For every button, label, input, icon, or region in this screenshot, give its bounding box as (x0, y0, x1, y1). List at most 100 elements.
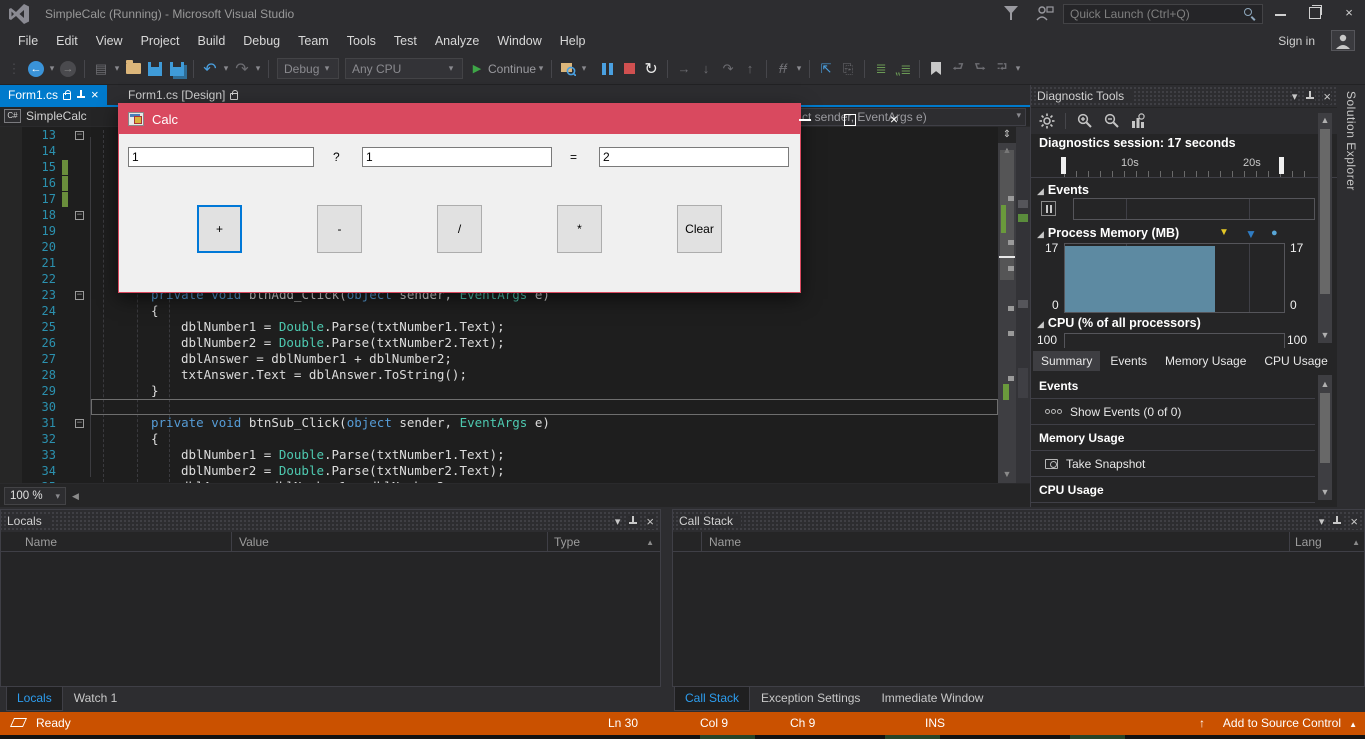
comment-lines-button[interactable]: ≣ (871, 59, 891, 79)
project-dropdown[interactable]: C# SimpleCalc (4, 109, 87, 123)
menu-test[interactable]: Test (385, 31, 426, 51)
pin-icon[interactable] (1305, 91, 1315, 101)
menu-debug[interactable]: Debug (234, 31, 289, 51)
menu-analyze[interactable]: Analyze (426, 31, 488, 51)
menu-project[interactable]: Project (132, 31, 189, 51)
notifications-funnel-icon[interactable] (1004, 6, 1020, 20)
menu-view[interactable]: View (87, 31, 132, 51)
solution-configuration-dropdown[interactable]: Debug▾ (277, 58, 339, 79)
scroll-up-arrow[interactable]: ▲ (1318, 115, 1332, 125)
undo-button[interactable]: ↶ (200, 59, 220, 79)
previous-bookmark-button[interactable]: ⮐ (948, 59, 968, 79)
continue-label[interactable]: Continue (488, 62, 536, 76)
pause-button[interactable] (597, 59, 617, 79)
new-item-button[interactable]: ▤ (91, 59, 111, 79)
scroll-thumb[interactable] (1320, 393, 1330, 463)
column-language[interactable]: Lang (1295, 535, 1322, 549)
code-line-27[interactable]: 27dblAnswer = dblNumber1 + dblNumber2; (0, 351, 998, 367)
save-button[interactable] (145, 59, 165, 79)
navigate-cursor-icon[interactable]: ⇱ (816, 59, 836, 79)
copy-structure-icon[interactable]: ⎘ (838, 59, 858, 79)
settings-gear-icon[interactable] (1039, 113, 1055, 129)
pin-icon[interactable] (628, 516, 638, 526)
column-value[interactable]: Value (239, 535, 269, 549)
solution-platform-dropdown[interactable]: Any CPU▾ (345, 58, 463, 79)
take-snapshot-link[interactable]: Take Snapshot (1031, 451, 1315, 477)
navigate-back-dropdown[interactable]: ▾ (47, 63, 57, 74)
window-position-dropdown[interactable]: ▾ (615, 515, 621, 528)
memory-section-header[interactable]: ◢Process Memory (MB) (1037, 226, 1179, 240)
menu-tools[interactable]: Tools (338, 31, 385, 51)
close-tab-icon[interactable]: × (91, 90, 99, 100)
calc-close-button[interactable]: × (871, 104, 917, 134)
close-panel-icon[interactable]: × (1323, 89, 1331, 104)
restore-button[interactable] (1300, 0, 1330, 26)
tab-exception-settings[interactable]: Exception Settings (751, 687, 870, 711)
clear-button[interactable]: Clear (677, 205, 722, 253)
quick-launch-input[interactable]: Quick Launch (Ctrl+Q) (1063, 4, 1263, 24)
menu-build[interactable]: Build (188, 31, 234, 51)
code-line-24[interactable]: 24{ (0, 303, 998, 319)
minimize-button[interactable] (1266, 0, 1296, 26)
navigate-forward-button[interactable]: → (58, 59, 78, 79)
save-all-button[interactable] (167, 59, 187, 79)
code-line-28[interactable]: 28txtAnswer.Text = dblAnswer.ToString(); (0, 367, 998, 383)
code-line-32[interactable]: 32{ (0, 431, 998, 447)
code-line-25[interactable]: 25dblNumber1 = Double.Parse(txtNumber1.T… (0, 319, 998, 335)
step-into-button[interactable]: ↓ (696, 59, 716, 79)
scroll-up-arrow[interactable]: ▲ (1352, 538, 1360, 547)
code-line-34[interactable]: 34dblNumber2 = Double.Parse(txtNumber2.T… (0, 463, 998, 479)
menu-window[interactable]: Window (488, 31, 550, 51)
bookmark-button[interactable] (926, 59, 946, 79)
redo-button[interactable]: ↷ (232, 59, 252, 79)
code-line-31[interactable]: 31−private void btnSub_Click(object send… (0, 415, 998, 431)
next-bookmark-button[interactable]: ⮑ (970, 59, 990, 79)
number1-input[interactable]: 1 (128, 147, 314, 167)
calc-dialog[interactable]: Calc × 1 ? 1 = 2 + - / * Clear (118, 103, 801, 293)
tab-summary[interactable]: Summary (1033, 351, 1100, 371)
step-out-button[interactable]: ↑ (740, 59, 760, 79)
answer-input[interactable]: 2 (599, 147, 789, 167)
pin-icon[interactable] (1332, 516, 1342, 526)
continue-button[interactable]: ▶ (467, 59, 487, 79)
reset-view-chart-icon[interactable] (1130, 113, 1146, 129)
split-editor-handle[interactable]: ⇕ (998, 127, 1016, 143)
scroll-up-arrow[interactable]: ▲ (646, 538, 654, 547)
locals-column-headers[interactable]: Name Value Type ▲ (1, 532, 660, 552)
continue-dropdown[interactable]: ▾ (536, 63, 546, 74)
column-name[interactable]: Name (25, 535, 57, 549)
scroll-thumb[interactable] (1320, 129, 1330, 294)
add-to-source-control-button[interactable]: Add to Source Control (1223, 716, 1341, 730)
column-type[interactable]: Type (554, 535, 580, 549)
clear-bookmarks-button[interactable]: ⮒ (992, 59, 1012, 79)
events-section-header[interactable]: ◢Events (1037, 183, 1089, 197)
undo-dropdown[interactable]: ▾ (221, 63, 231, 74)
menu-team[interactable]: Team (289, 31, 338, 51)
timeline-right-handle[interactable] (1279, 157, 1284, 174)
tab-events[interactable]: Events (1102, 351, 1155, 371)
bookmarks-dropdown[interactable]: ▾ (1013, 63, 1023, 74)
source-control-expand-icon[interactable]: ▲ (1349, 720, 1357, 729)
code-line-33[interactable]: 33dblNumber1 = Double.Parse(txtNumber1.T… (0, 447, 998, 463)
show-events-link[interactable]: Show Events (0 of 0) (1031, 399, 1315, 425)
stop-button[interactable] (619, 59, 639, 79)
number2-input[interactable]: 1 (362, 147, 552, 167)
process-memory-chart[interactable] (1064, 243, 1285, 313)
zoom-out-icon[interactable] (1103, 113, 1120, 129)
breakpoint-window-icon[interactable] (558, 59, 578, 79)
redo-dropdown[interactable]: ▾ (253, 63, 263, 74)
restart-button[interactable]: ↻ (641, 59, 661, 79)
new-item-dropdown[interactable]: ▾ (112, 63, 122, 74)
tab-call-stack[interactable]: Call Stack (674, 687, 750, 711)
tab-form1-cs[interactable]: Form1.cs × (0, 85, 107, 105)
uncomment-lines-button[interactable]: ⹂≣ (893, 59, 913, 79)
scroll-down-arrow[interactable]: ▼ (1318, 330, 1332, 340)
call-stack-header[interactable]: Call Stack ▾ × (673, 510, 1364, 532)
search-icon[interactable] (1243, 7, 1257, 21)
hscroll-left-arrow[interactable]: ◀ (72, 491, 79, 502)
zoom-in-icon[interactable] (1076, 113, 1093, 129)
close-panel-icon[interactable]: × (1350, 514, 1358, 529)
account-avatar[interactable] (1331, 30, 1355, 51)
tab-immediate-window[interactable]: Immediate Window (871, 687, 993, 711)
calc-maximize-button[interactable] (827, 104, 871, 134)
